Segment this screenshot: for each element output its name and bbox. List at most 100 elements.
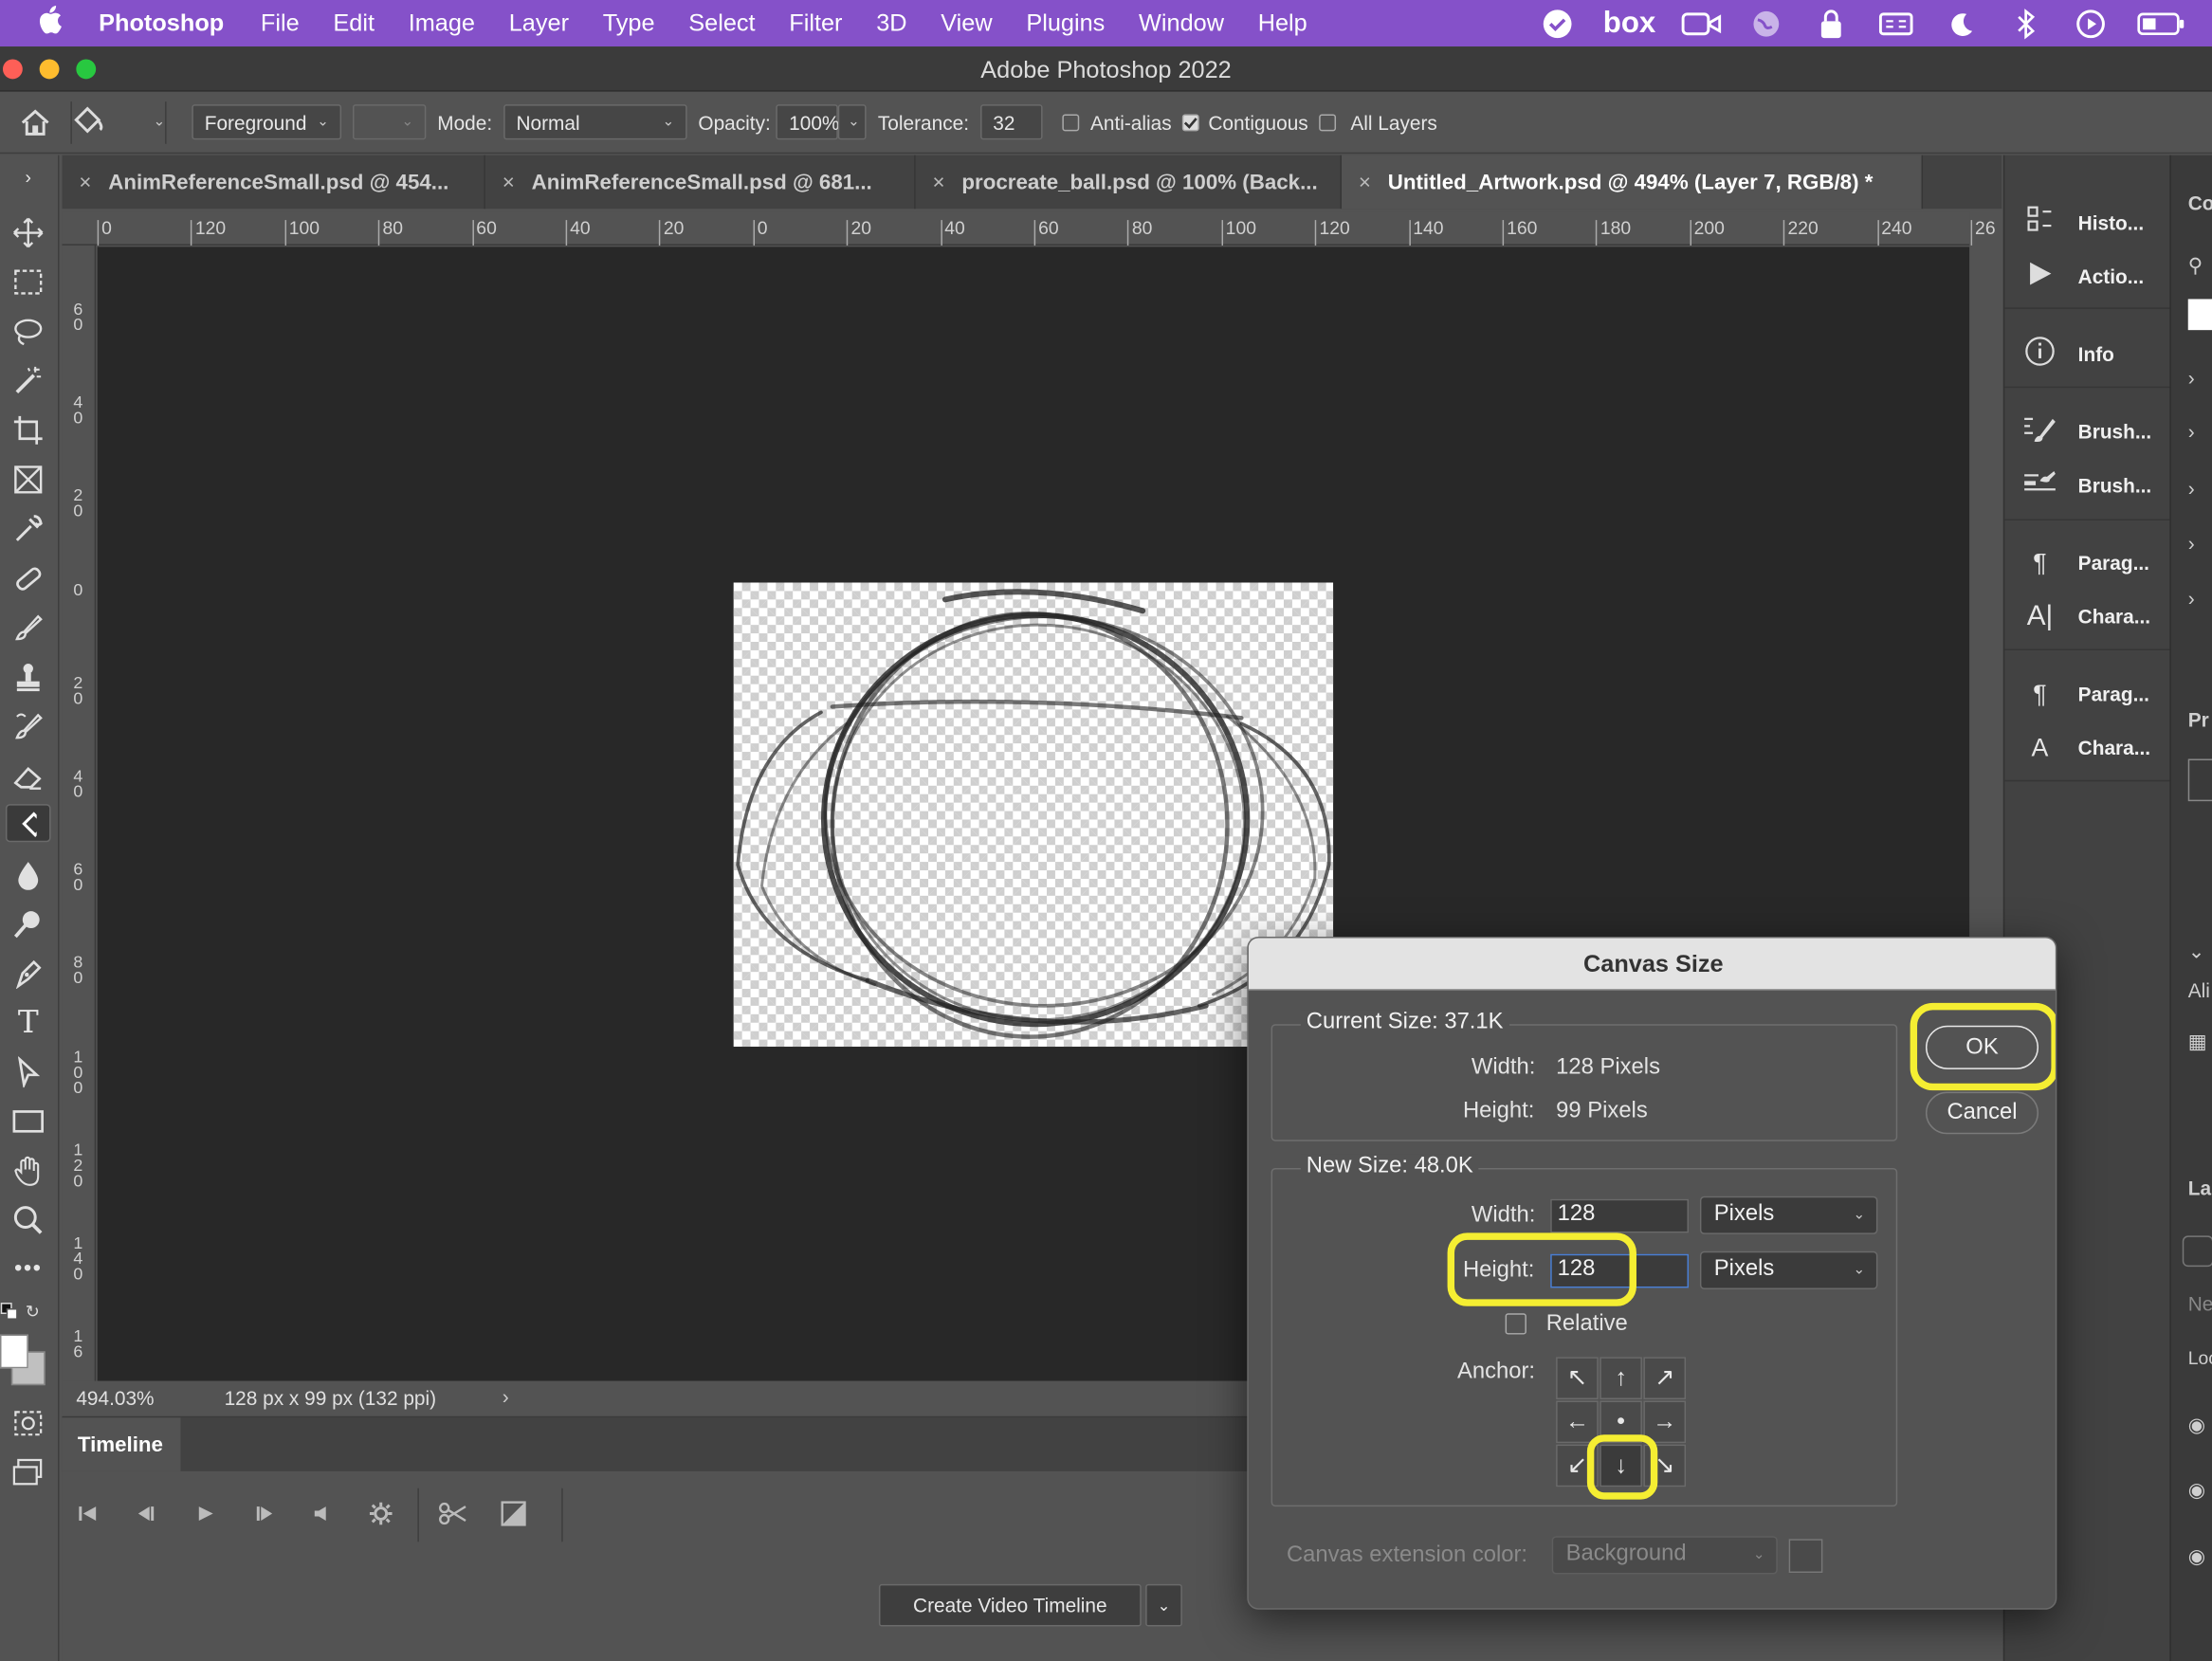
- expand-icon[interactable]: ›: [2188, 420, 2195, 443]
- blend-mode-field[interactable]: Ne: [2188, 1292, 2212, 1315]
- color-swatch[interactable]: [2187, 299, 2212, 331]
- apple-menu-icon[interactable]: [0, 5, 99, 42]
- close-tab-icon[interactable]: ×: [1359, 170, 1371, 193]
- home-icon[interactable]: [0, 108, 70, 137]
- opacity-input[interactable]: 100%: [776, 104, 839, 140]
- anchor-top-center[interactable]: ↑: [1600, 1357, 1642, 1399]
- menu-file[interactable]: File: [261, 9, 300, 38]
- align-icon[interactable]: ▦: [2188, 1030, 2207, 1053]
- width-unit-dropdown[interactable]: Pixels ⌄: [1699, 1196, 1878, 1234]
- tool-preset-picker[interactable]: ⌄: [72, 104, 165, 139]
- healing-brush-tool-icon[interactable]: [6, 557, 51, 600]
- screen-mode-icon[interactable]: [6, 1451, 51, 1494]
- frame-tool-icon[interactable]: [6, 459, 51, 502]
- audio-mute-icon[interactable]: [303, 1495, 340, 1532]
- relative-checkbox[interactable]: [1505, 1313, 1526, 1335]
- menu-view[interactable]: View: [941, 9, 992, 38]
- menu-edit[interactable]: Edit: [333, 9, 375, 38]
- tab-procreate-ball[interactable]: × procreate_ball.psd @ 100% (Back...: [916, 155, 1342, 210]
- foreground-color-swatch[interactable]: [0, 1334, 28, 1369]
- path-selection-tool-icon[interactable]: [6, 1050, 51, 1093]
- play-circle-icon[interactable]: [2071, 8, 2111, 39]
- tab-animreferencesmall-681[interactable]: × AnimReferenceSmall.psd @ 681...: [485, 155, 916, 210]
- lasso-tool-icon[interactable]: [6, 310, 51, 353]
- document-canvas[interactable]: [733, 582, 1334, 1048]
- control-icon[interactable]: [1876, 8, 1916, 39]
- split-scissors-icon[interactable]: [434, 1495, 471, 1532]
- height-unit-dropdown[interactable]: Pixels ⌄: [1699, 1250, 1878, 1289]
- tab-untitled-artwork[interactable]: × Untitled_Artwork.psd @ 494% (Layer 7, R…: [1341, 155, 1924, 210]
- panel-paragraph-styles[interactable]: ¶ Parag...: [2019, 670, 2166, 719]
- panel-brushes[interactable]: Brush...: [2019, 462, 2166, 510]
- close-tab-icon[interactable]: ×: [933, 170, 945, 193]
- expand-icon[interactable]: ›: [2188, 367, 2195, 390]
- box-logo[interactable]: box: [1602, 7, 1656, 39]
- hand-tool-icon[interactable]: [6, 1150, 51, 1193]
- mode-dropdown[interactable]: Normal ⌄: [503, 104, 687, 140]
- bluetooth-icon[interactable]: [2006, 8, 2046, 39]
- swap-colors-icon[interactable]: ↻: [26, 1302, 46, 1322]
- panel-brush-settings[interactable]: Brush...: [2019, 408, 2166, 456]
- crop-tool-icon[interactable]: [6, 409, 51, 451]
- eyedropper-tool-icon[interactable]: [6, 508, 51, 551]
- moon-icon[interactable]: [1941, 8, 1981, 39]
- previous-frame-icon[interactable]: [127, 1495, 164, 1532]
- canvas-extension-color-swatch[interactable]: [1788, 1539, 1823, 1574]
- menu-3d[interactable]: 3D: [876, 9, 906, 38]
- eye-icon[interactable]: ◉: [2188, 1414, 2205, 1437]
- move-tool-icon[interactable]: [6, 211, 51, 254]
- menu-window[interactable]: Window: [1139, 9, 1224, 38]
- rectangle-tool-icon[interactable]: [6, 1101, 51, 1143]
- canvas-extension-dropdown[interactable]: Background ⌄: [1551, 1536, 1778, 1575]
- chevron-down-icon[interactable]: ⌄: [2188, 940, 2204, 963]
- status-menu-chevron-icon[interactable]: ›: [503, 1385, 509, 1408]
- marquee-tool-icon[interactable]: [6, 261, 51, 303]
- cancel-button[interactable]: Cancel: [1925, 1091, 2039, 1135]
- menu-image[interactable]: Image: [409, 9, 475, 38]
- magic-wand-tool-icon[interactable]: [6, 359, 51, 402]
- panel-history[interactable]: Histo...: [2019, 199, 2166, 247]
- antialias-checkbox[interactable]: [1062, 113, 1080, 131]
- expand-icon[interactable]: ›: [2188, 532, 2195, 555]
- create-video-timeline-button[interactable]: Create Video Timeline: [878, 1583, 1142, 1627]
- panel-paragraph[interactable]: ¶ Parag...: [2019, 538, 2166, 587]
- menu-layer[interactable]: Layer: [509, 9, 569, 38]
- more-tools-icon[interactable]: •••: [6, 1249, 51, 1291]
- history-brush-tool-icon[interactable]: [6, 705, 51, 748]
- close-tab-icon[interactable]: ×: [79, 170, 91, 193]
- color-panel-title[interactable]: Co: [2188, 192, 2212, 214]
- layers-panel-title[interactable]: La: [2188, 1177, 2211, 1199]
- globe-icon[interactable]: [1746, 8, 1786, 39]
- panel-character-styles[interactable]: A Chara...: [2019, 723, 2166, 772]
- brush-tool-icon[interactable]: [6, 607, 51, 649]
- tolerance-input[interactable]: 32: [979, 104, 1043, 140]
- menu-filter[interactable]: Filter: [789, 9, 842, 38]
- panel-character[interactable]: A| Chara...: [2019, 593, 2166, 641]
- all-layers-checkbox[interactable]: [1319, 113, 1337, 131]
- search-icon[interactable]: ⚲: [2188, 254, 2203, 278]
- eye-icon[interactable]: ◉: [2188, 1544, 2205, 1568]
- transition-icon[interactable]: [495, 1495, 532, 1532]
- quick-mask-icon[interactable]: [6, 1402, 51, 1445]
- timeline-settings-icon[interactable]: [362, 1495, 399, 1532]
- contiguous-checkbox[interactable]: [1182, 113, 1200, 131]
- menu-type[interactable]: Type: [603, 9, 655, 38]
- menu-plugins[interactable]: Plugins: [1026, 9, 1105, 38]
- eraser-tool-icon[interactable]: [6, 755, 51, 797]
- blur-tool-icon[interactable]: [6, 853, 51, 896]
- pattern-picker[interactable]: ⌄: [352, 104, 427, 140]
- lock-icon[interactable]: [1811, 8, 1851, 39]
- anchor-middle-left[interactable]: ←: [1556, 1400, 1599, 1444]
- close-tab-icon[interactable]: ×: [503, 170, 515, 193]
- zoom-tool-icon[interactable]: [6, 1199, 51, 1242]
- opacity-dropdown[interactable]: ⌄: [838, 104, 867, 140]
- timeline-type-dropdown[interactable]: ⌄: [1145, 1583, 1182, 1627]
- anchor-top-left[interactable]: ↖: [1556, 1357, 1599, 1399]
- timeline-tab[interactable]: Timeline: [62, 1417, 181, 1471]
- eye-icon[interactable]: ◉: [2188, 1478, 2205, 1502]
- next-frame-icon[interactable]: [247, 1495, 283, 1532]
- anchor-top-right[interactable]: ↗: [1643, 1357, 1687, 1399]
- default-colors-icon[interactable]: [0, 1302, 20, 1322]
- battery-icon[interactable]: [2136, 8, 2187, 39]
- properties-panel-title[interactable]: Pr: [2188, 708, 2209, 731]
